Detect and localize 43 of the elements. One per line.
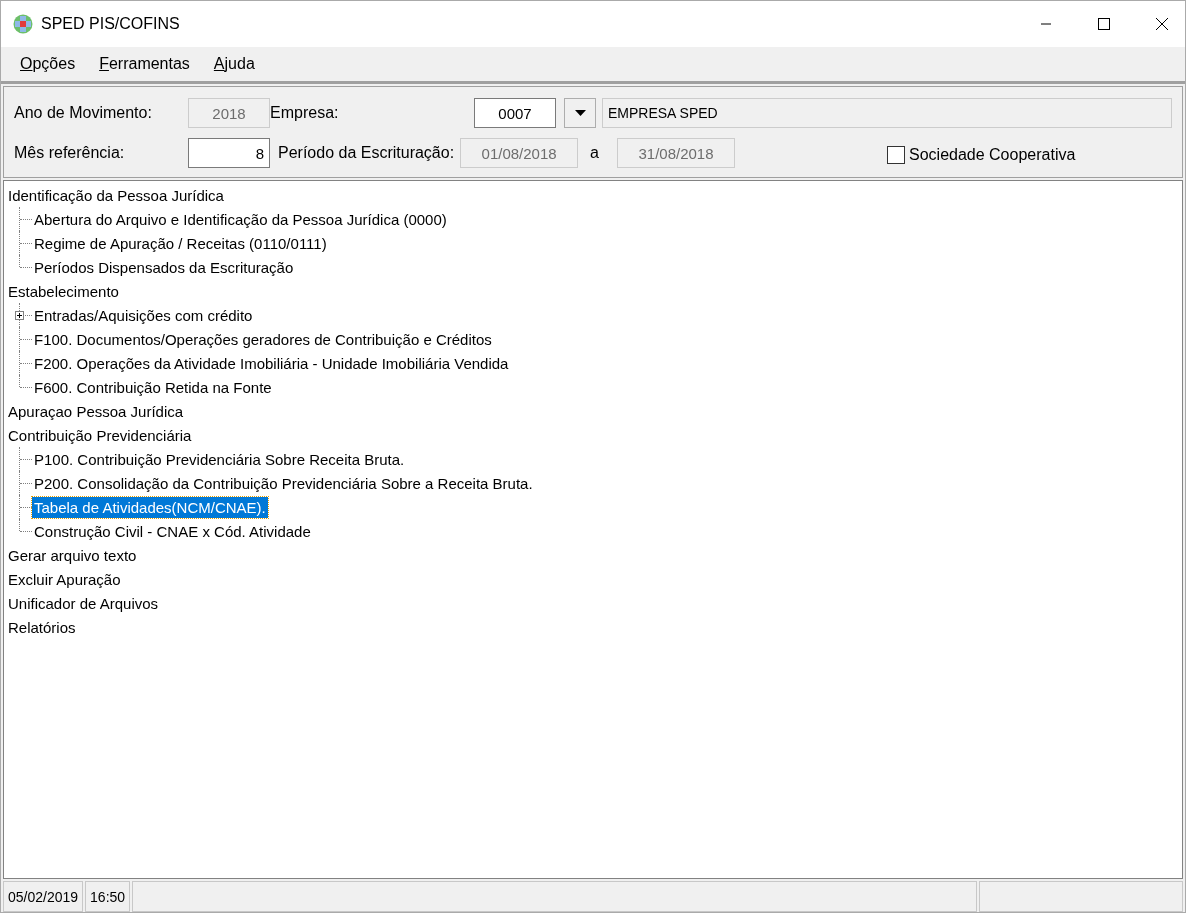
close-icon bbox=[1156, 18, 1168, 30]
tree-item[interactable]: Tabela de Atividades(NCM/CNAE). bbox=[32, 496, 268, 518]
tree-item[interactable]: F600. Contribuição Retida na Fonte bbox=[32, 376, 274, 398]
tree-item[interactable]: Abertura do Arquivo e Identificação da Pessoa Jurídica (0000) bbox=[32, 208, 449, 230]
plus-box-icon[interactable] bbox=[15, 311, 24, 320]
tree-item[interactable]: F200. Operações da Atividade Imobiliária - Unidade Imobiliária Vendida bbox=[32, 352, 511, 374]
menu-item[interactable]: Ferramentas bbox=[99, 55, 190, 73]
tree-item[interactable]: P100. Contribuição Previdenciária Sobre Receita Bruta. bbox=[32, 448, 407, 470]
maximize-icon bbox=[1098, 18, 1110, 30]
tree-item[interactable]: Estabelecimento bbox=[6, 280, 121, 302]
tree-item[interactable]: Excluir Apuração bbox=[6, 568, 123, 590]
field-label: Período da Escrituração: bbox=[278, 144, 455, 162]
menu-item[interactable]: Ajuda bbox=[213, 55, 255, 73]
tree-item[interactable]: Construção Civil - CNAE x Cód. Atividade bbox=[32, 520, 313, 542]
tree-item[interactable]: Contribuição Previdenciária bbox=[6, 424, 194, 446]
tree-item[interactable]: Entradas/Aquisições com crédito bbox=[32, 304, 255, 326]
tree-item[interactable]: F100. Documentos/Operações geradores de Contribuição e Créditos bbox=[32, 328, 494, 350]
company-code-field[interactable]: 0007 bbox=[474, 98, 556, 128]
tree-item[interactable]: Apuraçao Pessoa Jurídica bbox=[6, 400, 186, 422]
year-field[interactable]: 2018 bbox=[188, 98, 270, 128]
end-date-field[interactable]: 31/08/2018 bbox=[617, 138, 735, 168]
start-date-field[interactable]: 01/08/2018 bbox=[460, 138, 579, 168]
window-title: SPED PIS/COFINS bbox=[41, 15, 180, 33]
tree-item[interactable]: Unificador de Arquivos bbox=[6, 592, 161, 614]
app-logo-icon bbox=[13, 14, 33, 34]
status-date: 05/02/2019 bbox=[3, 881, 84, 912]
field-label: Ano de Movimento: bbox=[14, 104, 153, 122]
menu-item[interactable]: Opções bbox=[20, 55, 76, 73]
month-field[interactable]: 8 bbox=[188, 138, 270, 168]
caret-icon bbox=[574, 110, 586, 116]
tree-item[interactable]: Relatórios bbox=[6, 616, 78, 638]
tree-item[interactable]: Períodos Dispensados da Escrituração bbox=[32, 256, 296, 278]
cooperative-checkbox[interactable]: Sociedade Cooperativa bbox=[887, 146, 1076, 164]
field-label: Mês referência: bbox=[14, 144, 126, 162]
tree-item[interactable]: Identificação da Pessoa Jurídica bbox=[6, 184, 226, 206]
status-time: 16:50 bbox=[85, 881, 131, 912]
range-separator: a bbox=[590, 144, 599, 162]
tree-item[interactable]: Gerar arquivo texto bbox=[6, 544, 139, 566]
tree-item[interactable]: Regime de Apuração / Receitas (0110/0111) bbox=[32, 232, 329, 254]
tree-item[interactable]: P200. Consolidação da Contribuição Previdenciária Sobre a Receita Bruta. bbox=[32, 472, 535, 494]
field-label: Empresa: bbox=[270, 104, 340, 122]
dropdown-button[interactable] bbox=[564, 98, 596, 128]
company-name-field[interactable]: EMPRESA SPED bbox=[602, 98, 1172, 128]
